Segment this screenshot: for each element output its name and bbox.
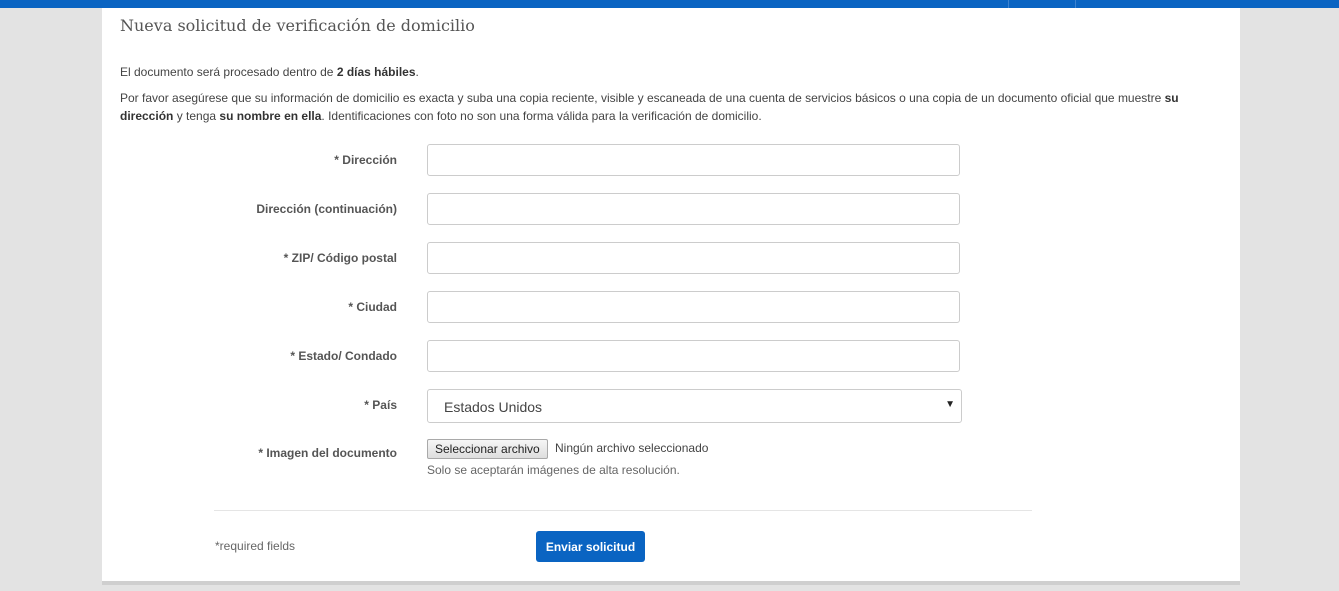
city-row: * Ciudad	[102, 291, 1240, 325]
notice-bold: 2 días hábiles	[336, 65, 416, 79]
state-label: * Estado/ Condado	[290, 349, 397, 363]
instructions-part: . Identificaciones con foto no son una f…	[321, 109, 762, 123]
notice-text-end: .	[415, 65, 419, 79]
zip-input[interactable]	[427, 242, 960, 274]
state-input[interactable]	[427, 340, 960, 372]
city-input[interactable]	[427, 291, 960, 323]
instructions-text: Por favor asegúrese que su información d…	[120, 89, 1220, 125]
address2-label: Dirección (continuación)	[256, 202, 397, 216]
address-label: * Dirección	[334, 153, 397, 167]
form-divider	[214, 510, 1032, 511]
country-label: * País	[364, 398, 397, 412]
address2-input[interactable]	[427, 193, 960, 225]
nav-divider	[1008, 0, 1009, 8]
instructions-part: y tenga	[173, 109, 220, 123]
state-row: * Estado/ Condado	[102, 340, 1240, 374]
notice-text: El documento será procesado dentro de	[120, 65, 337, 79]
address-input[interactable]	[427, 144, 960, 176]
city-label: * Ciudad	[348, 300, 397, 314]
instructions-part: Por favor asegúrese que su información d…	[120, 91, 1165, 105]
country-selected-value: Estados Unidos	[444, 399, 543, 415]
submit-request-button[interactable]: Enviar solicitud	[536, 531, 645, 562]
verification-panel: Nueva solicitud de verificación de domic…	[102, 8, 1240, 585]
top-nav-bar	[0, 0, 1339, 8]
processing-notice: El documento será procesado dentro de 2 …	[120, 63, 1210, 81]
address2-row: Dirección (continuación)	[102, 193, 1240, 227]
zip-row: * ZIP/ Código postal	[102, 242, 1240, 276]
document-row: * Imagen del documento Seleccionar archi…	[102, 439, 1240, 489]
country-row: * País Estados Unidos ▼	[102, 389, 1240, 423]
required-fields-note: *required fields	[215, 539, 296, 553]
choose-file-button[interactable]: Seleccionar archivo	[427, 439, 548, 459]
address-row: * Dirección	[102, 144, 1240, 178]
document-label: * Imagen del documento	[258, 446, 397, 460]
file-status: Ningún archivo seleccionado	[555, 441, 709, 455]
zip-label: * ZIP/ Código postal	[283, 251, 397, 265]
country-select[interactable]: Estados Unidos ▼	[427, 389, 962, 423]
page-title: Nueva solicitud de verificación de domic…	[120, 16, 475, 35]
nav-divider	[1075, 0, 1076, 8]
file-help-text: Solo se aceptarán imágenes de alta resol…	[427, 463, 680, 477]
instructions-bold: su nombre en ella	[219, 109, 322, 123]
caret-down-icon: ▼	[945, 399, 955, 410]
